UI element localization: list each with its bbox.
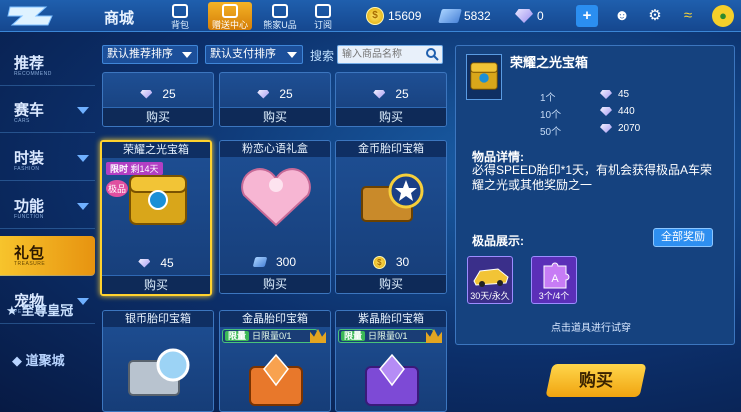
tier-qty[interactable]: 10个 bbox=[540, 106, 561, 121]
caret-down-icon bbox=[287, 52, 297, 58]
product-card-gold-crystal-chest[interactable]: 金晶胎印宝箱 限量 日限量0/1 bbox=[219, 310, 331, 412]
chevron-down-icon bbox=[77, 107, 89, 114]
avatar[interactable]: ● bbox=[712, 5, 734, 27]
buy-button[interactable]: 购买 bbox=[220, 274, 330, 293]
gem-icon bbox=[515, 9, 533, 23]
buy-button[interactable]: 购买 bbox=[336, 274, 446, 293]
backpack-icon bbox=[172, 4, 188, 18]
page-title: 商城 bbox=[104, 10, 135, 27]
gear-icon[interactable]: ⚙ bbox=[644, 5, 666, 27]
gem-icon bbox=[138, 258, 151, 268]
gem-icon bbox=[600, 107, 612, 116]
sort-dropdown[interactable]: 默认推荐排序 bbox=[102, 45, 198, 64]
svg-text:A: A bbox=[551, 273, 559, 285]
gem-icon bbox=[600, 90, 612, 99]
product-card-purple-crystal-chest[interactable]: 紫晶胎印宝箱 限量 日限量0/1 bbox=[335, 310, 447, 412]
product-card[interactable]: 25 购买 bbox=[102, 72, 214, 127]
card-title: 粉恋心语礼盒 bbox=[220, 141, 330, 157]
gem-icon bbox=[600, 124, 612, 133]
product-card-glory-chest[interactable]: 荣耀之光宝箱 限时 剩14天 极品 45 购买 bbox=[100, 140, 212, 296]
card-title: 银币胎印宝箱 bbox=[103, 311, 213, 327]
wifi-icon: ≈ bbox=[683, 7, 693, 24]
all-rewards-button[interactable]: 全部奖励 bbox=[653, 228, 713, 247]
tier-qty[interactable]: 1个 bbox=[540, 89, 556, 104]
gem-icon bbox=[257, 89, 270, 99]
purple-crystal-chest-icon bbox=[365, 353, 419, 406]
race-car-icon bbox=[473, 268, 509, 287]
purchase-button[interactable]: 购买 bbox=[545, 364, 647, 397]
supreme-crown-link[interactable]: ★ 至尊皇冠 bbox=[6, 300, 73, 319]
u-goods-icon bbox=[272, 4, 288, 18]
game-logo[interactable] bbox=[6, 3, 60, 29]
card-title: 荣耀之光宝箱 bbox=[102, 142, 210, 158]
nav-gift-center[interactable]: 赠送中心 bbox=[208, 2, 252, 30]
selected-item-thumbnail bbox=[466, 54, 502, 100]
coin-balance: $15609 bbox=[366, 6, 421, 26]
card-title: 金币胎印宝箱 bbox=[336, 141, 446, 157]
ticket-icon bbox=[438, 9, 462, 23]
gem-balance: 0 bbox=[515, 6, 544, 26]
daily-limit-badge: 限量 日限量0/1 bbox=[222, 329, 318, 343]
golden-chest-icon bbox=[129, 175, 187, 225]
coin-icon: $ bbox=[366, 7, 384, 25]
showcase-item-puzzle[interactable]: A 3个/4个 bbox=[531, 256, 577, 304]
showcase-heading: 极品展示: bbox=[472, 234, 524, 248]
gold-chest-icon bbox=[361, 173, 424, 222]
caret-down-icon bbox=[182, 52, 192, 58]
sidebar-item-recommend[interactable]: 推荐 RECOMMEND bbox=[0, 46, 95, 86]
search-label: 搜索 bbox=[310, 49, 335, 63]
buy-button[interactable]: 购买 bbox=[103, 107, 213, 126]
try-on-hint: 点击道具进行试穿 bbox=[551, 323, 631, 334]
friends-icon[interactable]: ☻ bbox=[611, 5, 633, 27]
subscribe-icon bbox=[315, 4, 331, 18]
buy-button[interactable]: 购买 bbox=[220, 107, 330, 126]
detail-title: 荣耀之光宝箱 bbox=[510, 55, 589, 70]
daily-limit-badge: 限量 日限量0/1 bbox=[338, 329, 434, 343]
gift-icon bbox=[222, 4, 238, 18]
chevron-down-icon bbox=[77, 155, 89, 162]
chevron-down-icon bbox=[77, 203, 89, 210]
tier-qty[interactable]: 50个 bbox=[540, 123, 561, 138]
buy-button[interactable]: 购买 bbox=[102, 275, 210, 294]
search-icon[interactable] bbox=[425, 47, 439, 61]
detail-text: 必得SPEED胎印*1天，有机会获得极品A车荣耀之光或其他奖励之一 bbox=[472, 163, 713, 192]
top-bar: 商城 背包 赠送中心 熊家U品 订阅 $15609 5832 0 + ☻ ⚙ ≈… bbox=[0, 0, 741, 32]
nav-u-goods[interactable]: 熊家U品 bbox=[258, 2, 302, 30]
gem-icon bbox=[140, 89, 153, 99]
daojucheng-link[interactable]: ◆ 道聚城 bbox=[12, 350, 65, 369]
puzzle-piece-icon: A bbox=[543, 262, 570, 289]
chevron-down-icon bbox=[77, 298, 89, 305]
product-card-silver-coin-chest[interactable]: 银币胎印宝箱 bbox=[102, 310, 214, 412]
gem-icon bbox=[373, 89, 386, 99]
sidebar-item-fashion[interactable]: 时装 FASHION bbox=[0, 141, 95, 181]
nav-backpack[interactable]: 背包 bbox=[160, 2, 200, 30]
coin-icon: $ bbox=[372, 255, 386, 269]
nav-subscribe[interactable]: 订阅 bbox=[303, 2, 343, 30]
product-card-gold-coin-chest[interactable]: 金币胎印宝箱 $30 购买 bbox=[335, 140, 447, 294]
sidebar-item-function[interactable]: 功能 FUNCTION bbox=[0, 189, 95, 229]
product-card[interactable]: 25 购买 bbox=[335, 72, 447, 127]
sidebar-item-gift-pack[interactable]: 礼包 TREASURE bbox=[0, 236, 95, 276]
add-icon[interactable]: + bbox=[576, 5, 598, 27]
buy-button[interactable]: 购买 bbox=[336, 107, 446, 126]
sidebar-item-cars[interactable]: 赛车 CARS bbox=[0, 93, 95, 133]
ticket-balance: 5832 bbox=[438, 6, 491, 26]
showcase-item-car[interactable]: 30天/永久 bbox=[467, 256, 513, 304]
orange-crystal-chest-icon bbox=[249, 353, 303, 406]
product-card-pink-gift-box[interactable]: 粉恋心语礼盒 300 购买 bbox=[219, 140, 331, 294]
card-title: 金晶胎印宝箱 bbox=[220, 311, 330, 327]
silver-chest-icon bbox=[128, 348, 190, 396]
ticket-icon bbox=[252, 257, 268, 267]
card-title: 紫晶胎印宝箱 bbox=[336, 311, 446, 327]
product-card[interactable]: 25 购买 bbox=[219, 72, 331, 127]
payment-sort-dropdown[interactable]: 默认支付排序 bbox=[205, 45, 303, 64]
heart-gift-box-icon bbox=[241, 168, 311, 227]
